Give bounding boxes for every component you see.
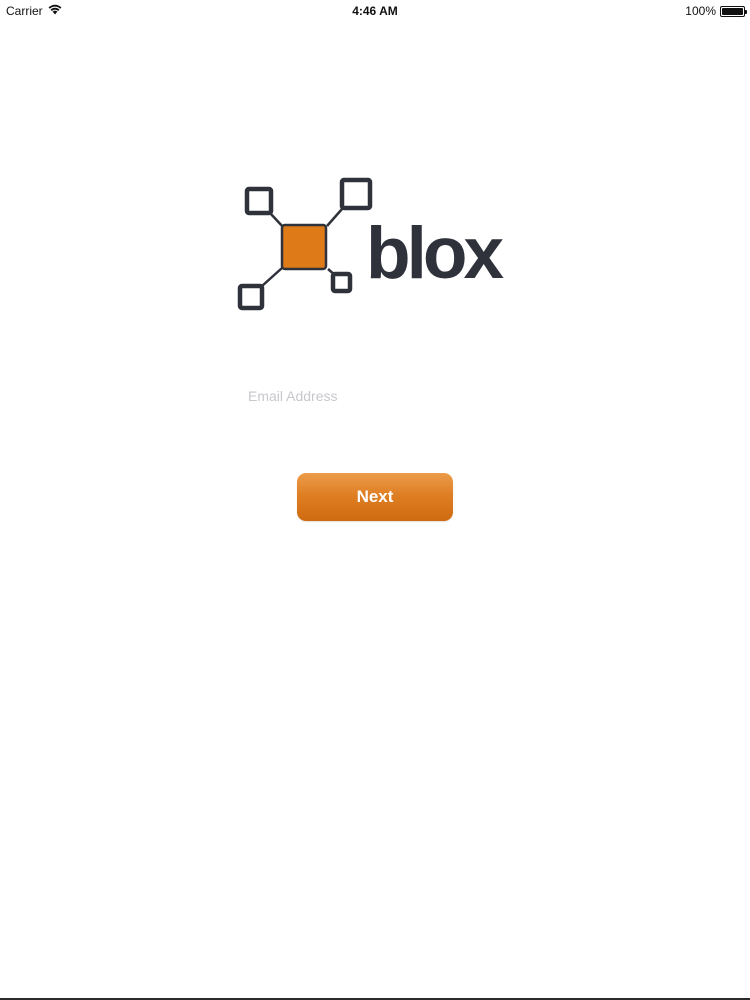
battery-icon [720,5,747,17]
blox-logo-graphic: blox [237,177,508,311]
status-bar: Carrier 4:46 AM 100% [0,0,750,22]
blox-logo: blox [236,176,516,314]
battery-fill [722,7,743,15]
login-screen: Carrier 4:46 AM 100% blox Email Address … [0,0,750,1000]
battery-percent: 100% [685,4,716,18]
email-address-input[interactable] [244,382,506,410]
battery-cap [745,9,747,14]
status-time: 4:46 AM [352,4,398,18]
status-right: 100% [685,4,747,18]
next-button[interactable]: Next [297,473,453,521]
logo-wordmark: blox [366,213,504,294]
